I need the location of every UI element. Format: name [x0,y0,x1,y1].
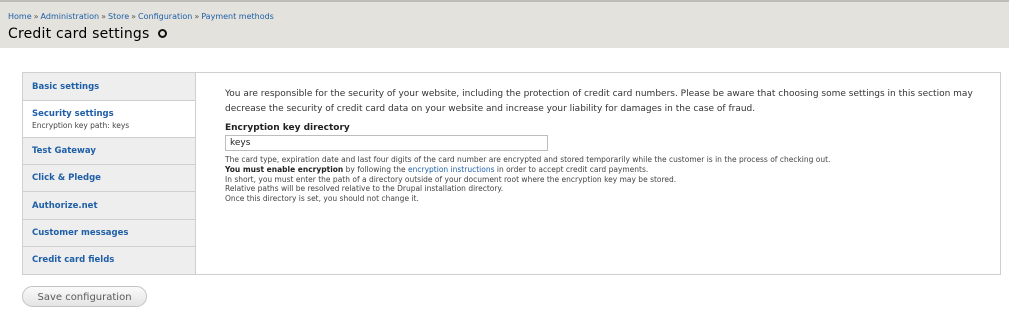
breadcrumb: Home» Administration» Store» Configuration»… [8,12,274,21]
breadcrumb-home-link[interactable]: Home [8,12,32,21]
breadcrumb-separator: » [194,12,200,21]
tab-label: Customer messages [32,228,129,238]
description-line: You must enable encryption by following … [225,165,985,175]
gear-icon[interactable] [157,28,167,38]
breadcrumb-administration-link[interactable]: Administration [41,12,100,21]
tab-security-settings[interactable]: Security settings Encryption key path: k… [23,101,197,138]
tab-customer-messages[interactable]: Customer messages [23,220,196,247]
tab-label: Basic settings [32,82,100,92]
encryption-instructions-link[interactable]: encryption instructions [408,165,494,174]
tab-label: Authorize.net [32,201,98,211]
tab-label: Click & Pledge [32,173,101,183]
save-configuration-button[interactable]: Save configuration [22,286,147,307]
breadcrumb-store-link[interactable]: Store [108,12,129,21]
description-line: The card type, expiration date and last … [225,155,831,164]
breadcrumb-separator: » [101,12,106,21]
breadcrumb-separator: » [131,12,137,21]
tab-click-and-pledge[interactable]: Click & Pledge [23,165,196,192]
tab-test-gateway[interactable]: Test Gateway [23,138,196,165]
tab-label: Credit card fields [32,255,115,265]
description-line: Once this directory is set, you should n… [225,194,419,204]
security-settings-panel: You are responsible for the security of … [195,72,1001,275]
breadcrumb-separator: » [33,12,39,21]
page-title-text: Credit card settings [8,26,150,42]
description-line: Relative paths will be resolved relative… [225,184,504,194]
encryption-key-directory-label: Encryption key directory [225,123,350,133]
page-header: Home» Administration» Store» Configuration»… [0,0,1009,48]
breadcrumb-payment-methods-link[interactable]: Payment methods [201,12,274,21]
description-text: in order to accept credit card payments. [494,164,649,174]
breadcrumb-configuration-link[interactable]: Configuration [138,12,192,21]
vertical-tabs-list: Basic settings Security settings Encrypt… [22,72,197,275]
tab-summary: Encryption key path: keys [32,121,130,130]
encryption-warning-strong: You must enable encryption [225,164,344,174]
tab-label: Security settings [32,109,114,119]
security-intro-text: You are responsible for the security of … [225,89,973,114]
tab-basic-settings[interactable]: Basic settings [23,73,196,101]
description-line: In short, you must enter the path of a d… [225,174,677,184]
tab-credit-card-fields[interactable]: Credit card fields [23,247,196,274]
tab-authorize-net[interactable]: Authorize.net [23,192,196,220]
page-title: Credit card settings [8,26,167,42]
tab-label: Test Gateway [32,146,96,156]
vertical-tabs: Basic settings Security settings Encrypt… [22,72,1001,275]
field-description: The card type, expiration date and last … [225,155,985,204]
encryption-key-directory-input[interactable] [225,135,548,151]
description-text: by following the [343,164,409,174]
